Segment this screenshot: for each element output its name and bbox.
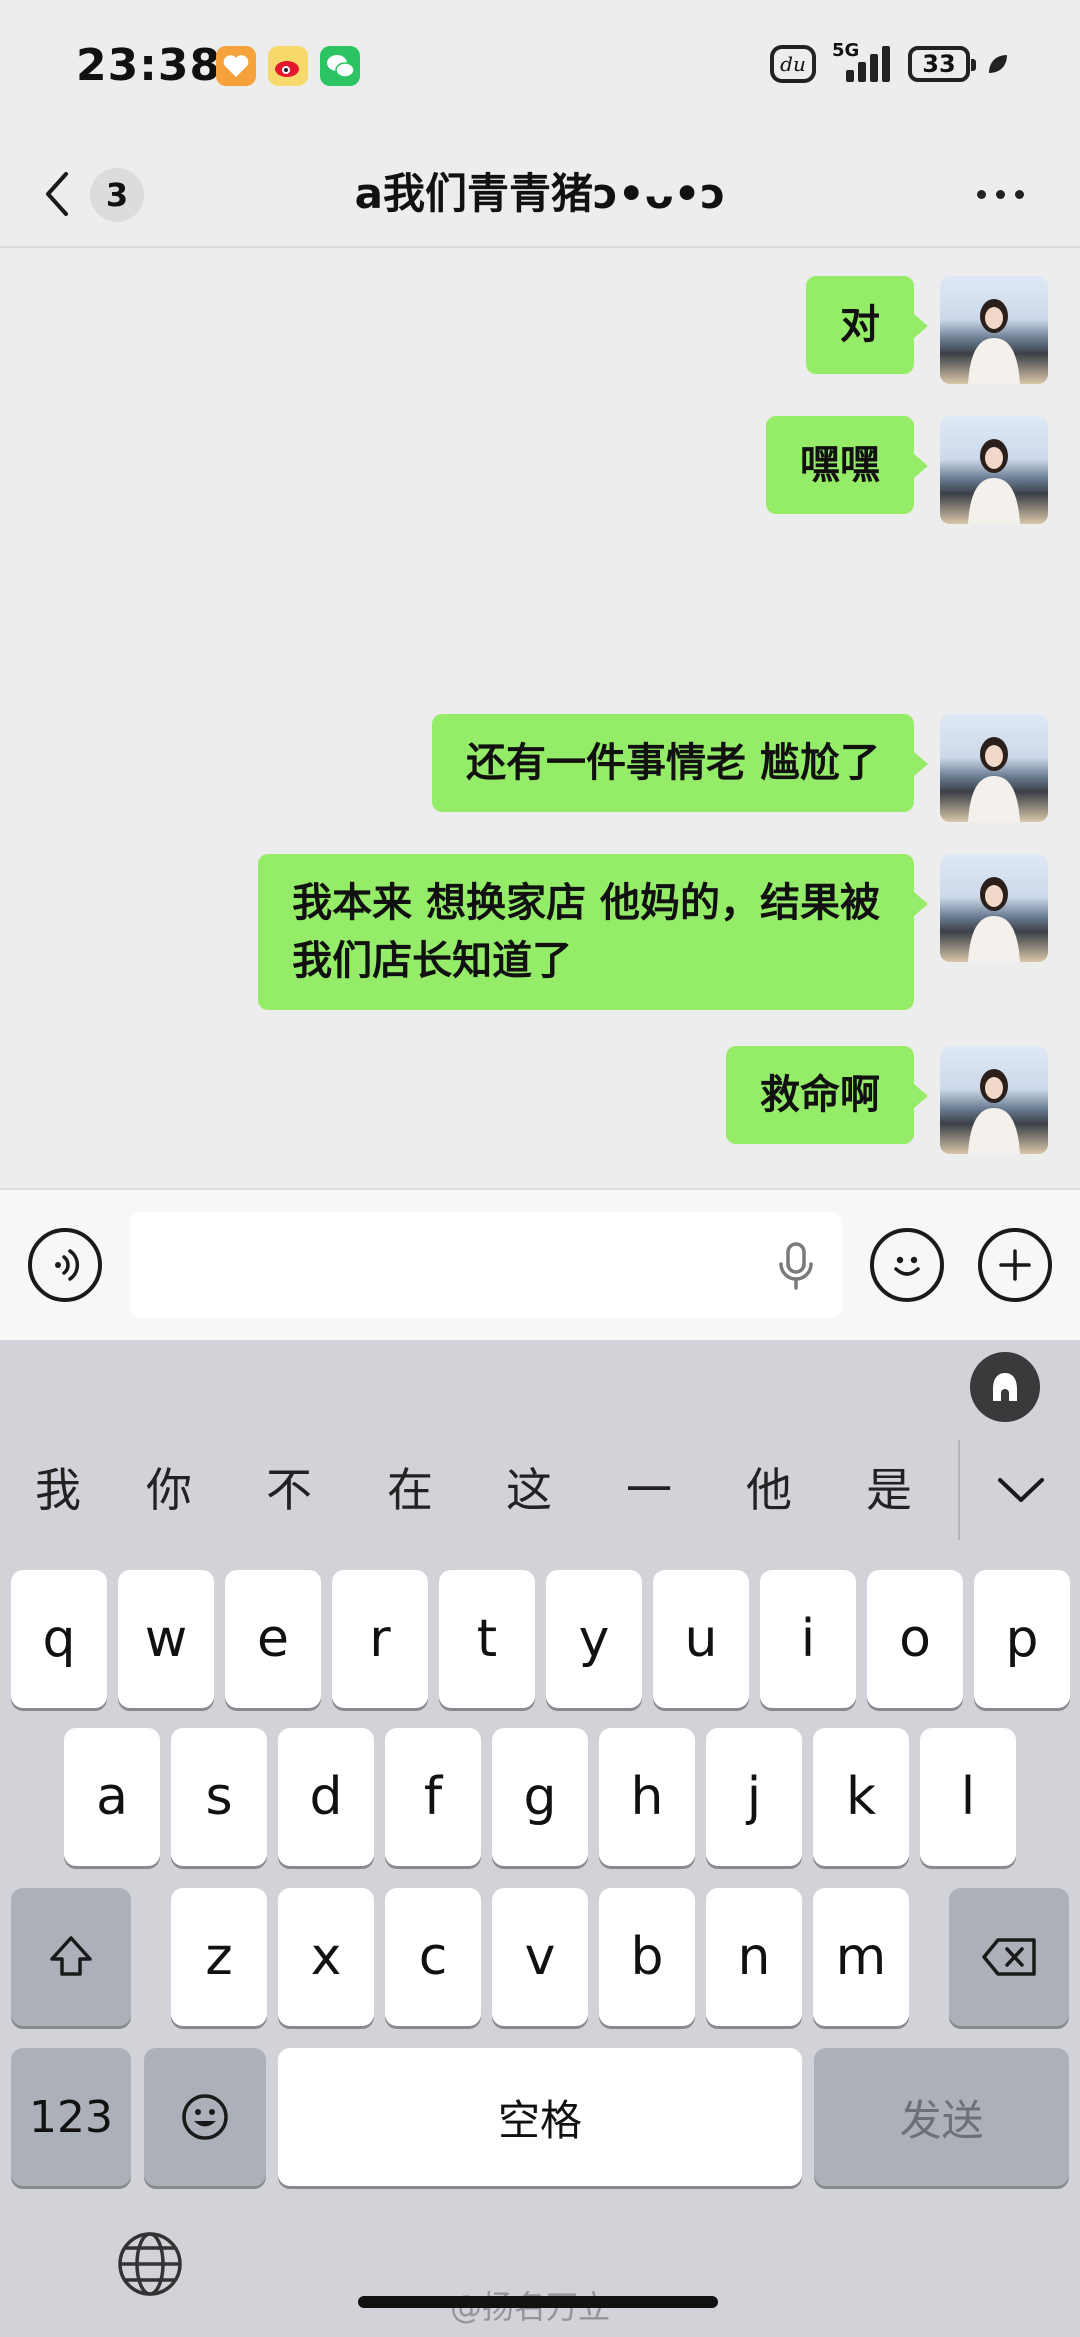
key-p[interactable]: p [974,1570,1070,1708]
input-bar [0,1188,1080,1340]
key-b[interactable]: b [599,1888,695,2026]
keyboard: 我 你 不 在 这 一 他 是 q w e r t y u i o p a s … [0,1340,1080,2200]
send-key[interactable]: 发送 [814,2048,1069,2186]
candidate-word[interactable]: 不 [249,1430,329,1550]
status-indicators: du 5G 33 [770,40,1010,86]
ellipsis-icon [976,189,986,199]
key-x[interactable]: x [278,1888,374,2026]
more-features-button[interactable] [978,1228,1052,1302]
key-m[interactable]: m [813,1888,909,2026]
avatar[interactable] [940,1046,1048,1154]
message-bubble[interactable]: 还有一件事情老 尴尬了 [432,714,928,812]
message-row: 嘿嘿 [766,416,1048,524]
numbers-key[interactable]: 123 [11,2048,131,2186]
key-o[interactable]: o [867,1570,963,1708]
emoji-key[interactable] [144,2048,266,2186]
key-h[interactable]: h [599,1728,695,1866]
candidate-word[interactable]: 这 [489,1430,569,1550]
key-q[interactable]: q [11,1570,107,1708]
message-bubble[interactable]: 救命啊 [726,1046,928,1144]
message-row: 救命啊 [726,1046,1048,1154]
avatar[interactable] [940,276,1048,384]
key-e[interactable]: e [225,1570,321,1708]
key-u[interactable]: u [653,1570,749,1708]
key-i[interactable]: i [760,1570,856,1708]
chat-title: a我们青青猪ↄ•ᴗ•ↄ [354,169,726,218]
key-w[interactable]: w [118,1570,214,1708]
message-row: 还有一件事情老 尴尬了 [432,714,1048,822]
key-j[interactable]: j [706,1728,802,1866]
emoji-button[interactable] [870,1228,944,1302]
message-bubble[interactable]: 我本来 想换家店 他妈的，结果被 我们店长知道了 [258,854,928,1010]
du-app-icon: du [770,45,816,83]
shift-icon [50,1936,92,1976]
message-input[interactable] [130,1212,842,1318]
candidate-word[interactable]: 是 [849,1430,929,1550]
chevron-down-icon [998,1478,1044,1502]
candidate-word[interactable]: 在 [370,1430,450,1550]
key-g[interactable]: g [492,1728,588,1866]
key-k[interactable]: k [813,1728,909,1866]
shift-key[interactable] [11,1888,131,2026]
message-row: 对 [806,276,1048,384]
key-a[interactable]: a [64,1728,160,1866]
plus-icon [999,1249,1031,1281]
cellular-signal-icon: 5G [832,40,892,86]
status-bar: 23:38 du 5G 33 [0,0,1080,140]
key-d[interactable]: d [278,1728,374,1866]
avatar[interactable] [940,416,1048,524]
key-t[interactable]: t [439,1570,535,1708]
chat-header: 3 a我们青青猪ↄ•ᴗ•ↄ [0,140,1080,248]
message-row: 我本来 想换家店 他妈的，结果被 我们店长知道了 [258,854,1048,1010]
key-v[interactable]: v [492,1888,588,2026]
orange-heart-app-icon [216,46,256,86]
unread-count-badge: 3 [90,168,144,222]
avatar[interactable] [940,854,1048,962]
more-options-button[interactable] [960,162,1040,226]
voice-input-button[interactable] [28,1228,102,1302]
input-method-button[interactable] [970,1352,1040,1422]
key-z[interactable]: z [171,1888,267,2026]
weibo-icon [268,46,308,86]
space-key[interactable]: 空格 [278,2048,802,2186]
emoji-icon [182,2094,228,2140]
expand-candidates-button[interactable] [962,1430,1080,1550]
key-y[interactable]: y [546,1570,642,1708]
key-f[interactable]: f [385,1728,481,1866]
microphone-icon[interactable] [776,1240,816,1292]
wechat-icon [320,46,360,86]
candidate-divider [958,1440,960,1540]
network-type: 5G [832,40,860,61]
key-l[interactable]: l [920,1728,1016,1866]
keyboard-bottom-bar: @扬名万立 [0,2200,1080,2337]
candidate-word[interactable]: 你 [129,1430,209,1550]
backspace-key[interactable] [949,1888,1069,2026]
candidate-word[interactable]: 一 [609,1430,689,1550]
key-s[interactable]: s [171,1728,267,1866]
message-bubble[interactable]: 嘿嘿 [766,416,928,514]
key-r[interactable]: r [332,1570,428,1708]
candidate-word[interactable]: 他 [729,1430,809,1550]
message-bubble[interactable]: 对 [806,276,928,374]
key-n[interactable]: n [706,1888,802,2026]
battery-level: 33 [922,50,956,78]
chevron-left-icon [46,172,68,216]
home-indicator[interactable] [358,2296,718,2308]
voice-icon [55,1249,80,1281]
leaf-icon [989,55,1007,73]
emoji-icon [894,1256,920,1276]
key-c[interactable]: c [385,1888,481,2026]
battery-icon: 33 [908,46,976,82]
candidate-bar: 我 你 不 在 这 一 他 是 [0,1430,960,1550]
back-button[interactable]: 3 [40,162,150,226]
avatar[interactable] [940,714,1048,822]
input-method-logo-icon [993,1373,1017,1401]
status-time: 23:38 [76,40,222,91]
backspace-icon [982,1938,1036,1976]
globe-icon[interactable] [112,2226,188,2302]
candidate-word[interactable]: 我 [18,1430,98,1550]
